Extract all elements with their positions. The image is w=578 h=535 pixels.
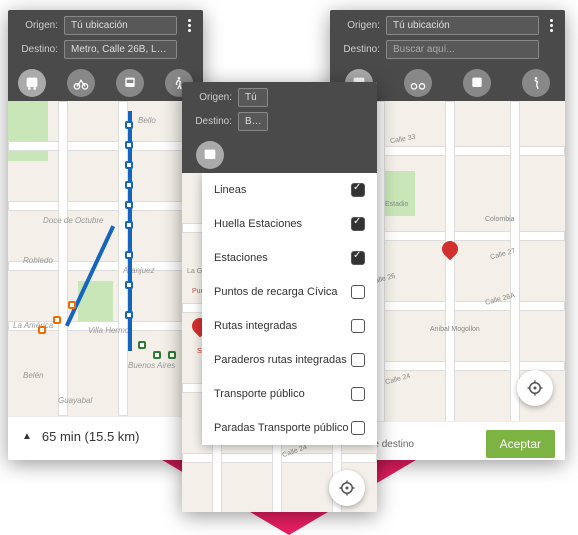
route-duration: 65 min (15.5 km)	[42, 429, 140, 444]
locate-me-button[interactable]	[329, 470, 365, 506]
layer-option[interactable]: Lineas	[202, 173, 377, 207]
layer-option[interactable]: Puntos de recarga Cívica	[202, 275, 377, 309]
street-label: Calle 33	[390, 134, 417, 145]
area-label: La América	[13, 321, 53, 330]
area-label: Colombia	[485, 216, 515, 223]
map-view[interactable]: Calle 24 Calle 26 Salud SURA Punto Clave…	[182, 173, 377, 512]
origen-input[interactable]: Tú ubicación	[64, 16, 177, 35]
search-header: Origen: Tú ubicación Destino: Metro, Cal…	[8, 10, 203, 65]
checkbox-icon[interactable]	[351, 353, 365, 367]
area-label: Doce de Octubre	[43, 216, 103, 225]
area-label: Villa Hermo	[88, 326, 129, 335]
layer-label: Lineas	[214, 184, 246, 196]
area-label: Guayabal	[58, 396, 92, 405]
mode-metro-button[interactable]	[196, 141, 224, 169]
search-header: Origen: Tú ubicación Destino: Buscar aqu…	[330, 10, 565, 65]
layer-option[interactable]: Paradas Transporte público	[202, 411, 377, 445]
layer-option[interactable]: Rutas integradas	[202, 309, 377, 343]
transport-mode-bar	[8, 65, 203, 101]
expand-up-icon: ▲	[22, 431, 32, 442]
map-view[interactable]: Doce de Octubre Robledo La América Belén…	[8, 101, 203, 416]
layer-option[interactable]: Huella Estaciones	[202, 207, 377, 241]
layer-option[interactable]: Estaciones	[202, 241, 377, 275]
route-info-bar[interactable]: ▲ 65 min (15.5 km)	[8, 416, 203, 456]
checkbox-icon[interactable]	[351, 183, 365, 197]
origen-input[interactable]: Tú	[238, 88, 268, 107]
layer-label: Puntos de recarga Cívica	[214, 286, 338, 298]
layer-option[interactable]: Paraderos rutas integradas	[202, 343, 377, 377]
layer-label: Huella Estaciones	[214, 218, 302, 230]
phone-screen-2: Origen: Tú Destino: Bus Calle 24 Calle 2…	[182, 82, 377, 512]
destino-label: Destino:	[16, 44, 58, 55]
mode-bus-button[interactable]	[116, 69, 144, 97]
destino-input[interactable]: Metro, Calle 26B, La Madera, Bello	[64, 40, 177, 59]
checkbox-icon[interactable]	[351, 387, 365, 401]
checkbox-icon[interactable]	[351, 319, 365, 333]
origen-label: Origen:	[16, 20, 58, 31]
search-header: Origen: Tú Destino: Bus	[182, 82, 377, 137]
origen-input[interactable]: Tú ubicación	[386, 16, 539, 35]
overflow-menu-icon[interactable]	[183, 19, 195, 32]
mode-walk-button[interactable]	[522, 69, 550, 97]
checkbox-icon[interactable]	[351, 217, 365, 231]
area-label: Belén	[23, 371, 43, 380]
mode-bus-button[interactable]	[463, 69, 491, 97]
destino-label: Destino:	[338, 44, 380, 55]
map-marker-icon	[442, 241, 458, 265]
checkbox-icon[interactable]	[351, 421, 365, 435]
checkbox-icon[interactable]	[351, 285, 365, 299]
destino-input[interactable]: Buscar aquí...	[386, 40, 539, 59]
accept-button[interactable]: Aceptar	[486, 430, 555, 458]
layers-dropdown: Lineas Huella Estaciones Estaciones Punt…	[202, 173, 377, 445]
layer-label: Paradas Transporte público	[214, 422, 349, 434]
origen-label: Origen:	[190, 92, 232, 103]
layer-option[interactable]: Transporte público	[202, 377, 377, 411]
destino-input[interactable]: Bus	[238, 112, 268, 131]
mode-bike-button[interactable]	[67, 69, 95, 97]
destino-label: Destino:	[190, 116, 232, 127]
transport-mode-bar	[182, 137, 377, 173]
area-label: Buenos Aires	[128, 361, 175, 370]
layer-label: Transporte público	[214, 388, 305, 400]
mode-bike-button[interactable]	[404, 69, 432, 97]
layer-label: Paraderos rutas integradas	[214, 354, 347, 366]
overflow-menu-icon[interactable]	[545, 19, 557, 32]
checkbox-icon[interactable]	[351, 251, 365, 265]
origen-label: Origen:	[338, 20, 380, 31]
mode-metro-button[interactable]	[18, 69, 46, 97]
area-label: Robledo	[23, 256, 53, 265]
locate-me-button[interactable]	[517, 370, 553, 406]
phone-screen-1: Origen: Tú ubicación Destino: Metro, Cal…	[8, 10, 203, 460]
street-label: Calle 24	[385, 373, 412, 386]
poi-label: Anibal Mogollon	[430, 326, 480, 333]
area-label: Bello	[138, 116, 156, 125]
layer-label: Rutas integradas	[214, 320, 297, 332]
layer-label: Estaciones	[214, 252, 268, 264]
poi-label: Estadio	[385, 201, 408, 208]
